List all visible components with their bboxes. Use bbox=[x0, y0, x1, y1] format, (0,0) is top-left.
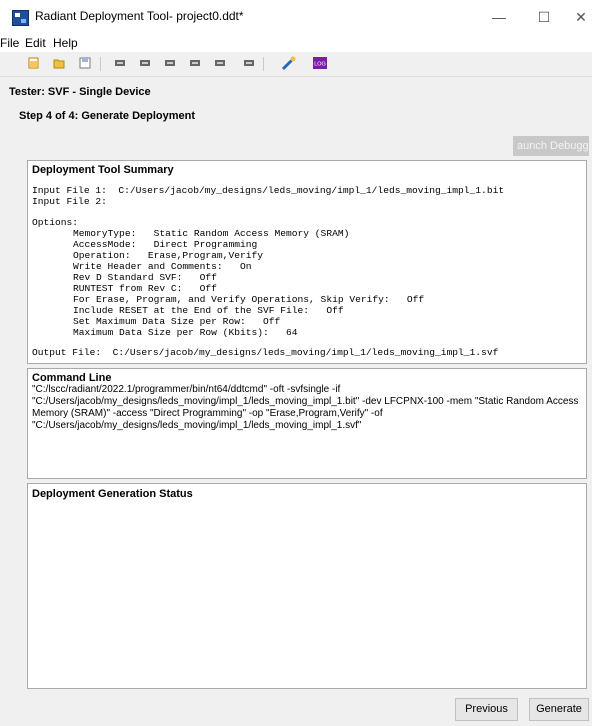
summary-title: Deployment Tool Summary bbox=[32, 164, 174, 176]
output-file: Output File: C:/Users/jacob/my_designs/l… bbox=[32, 347, 499, 358]
new-icon[interactable] bbox=[28, 57, 40, 69]
minimize-button[interactable]: — bbox=[484, 6, 514, 28]
input-file-1: Input File 1: C:/Users/jacob/my_designs/… bbox=[32, 185, 505, 196]
device-icon[interactable] bbox=[243, 57, 255, 69]
open-icon[interactable] bbox=[53, 57, 65, 69]
device-icon[interactable] bbox=[214, 57, 226, 69]
device-icon[interactable] bbox=[164, 57, 176, 69]
option-line: Rev D Standard SVF: Off bbox=[73, 272, 217, 283]
device-icon[interactable] bbox=[114, 57, 126, 69]
options-label: Options: bbox=[32, 217, 79, 228]
toolbar-separator bbox=[263, 57, 264, 71]
menu-file[interactable]: File bbox=[0, 36, 19, 50]
device-icon[interactable] bbox=[139, 57, 151, 69]
menu-help[interactable]: Help bbox=[53, 36, 78, 50]
app-icon bbox=[12, 10, 29, 26]
step-label: Step 4 of 4: Generate Deployment bbox=[19, 110, 196, 122]
status-panel: Deployment Generation Status bbox=[27, 483, 587, 689]
option-line: Write Header and Comments: On bbox=[73, 261, 252, 272]
tester-label: Tester: SVF - Single Device bbox=[9, 86, 151, 98]
maximize-button[interactable]: ☐ bbox=[529, 6, 559, 28]
option-line: Include RESET at the End of the SVF File… bbox=[73, 305, 344, 316]
command-line-text: "C:/lscc/radiant/2022.1/programmer/bin/n… bbox=[32, 384, 579, 431]
status-title: Deployment Generation Status bbox=[32, 488, 193, 500]
command-line-panel: Command Line "C:/lscc/radiant/2022.1/pro… bbox=[27, 368, 587, 479]
option-line: Maximum Data Size per Row (Kbits): 64 bbox=[73, 327, 298, 338]
menu-bar: File Edit Help bbox=[0, 33, 592, 52]
previous-button[interactable]: Previous bbox=[455, 698, 518, 721]
option-line: RUNTEST from Rev C: Off bbox=[73, 283, 217, 294]
option-line: Set Maximum Data Size per Row: Off bbox=[73, 316, 281, 327]
generate-button[interactable]: Generate bbox=[529, 698, 589, 721]
window-title: Radiant Deployment Tool- project0.ddt* bbox=[35, 9, 244, 23]
title-bar: Radiant Deployment Tool- project0.ddt* —… bbox=[0, 0, 592, 33]
command-line-title: Command Line bbox=[32, 372, 112, 384]
launch-debugger-button[interactable]: aunch Debugge bbox=[513, 136, 589, 156]
close-button[interactable]: ✕ bbox=[566, 6, 592, 28]
option-line: For Erase, Program, and Verify Operation… bbox=[73, 294, 425, 305]
device-icon[interactable] bbox=[189, 57, 201, 69]
option-line: Operation: Erase,Program,Verify bbox=[73, 250, 263, 261]
toolbar: LOG bbox=[0, 52, 592, 77]
summary-panel: Deployment Tool Summary Input File 1: C:… bbox=[27, 160, 587, 364]
wizard-icon[interactable] bbox=[281, 55, 297, 71]
option-line: AccessMode: Direct Programming bbox=[73, 239, 258, 250]
input-file-2: Input File 2: bbox=[32, 196, 107, 207]
save-icon[interactable] bbox=[79, 57, 91, 69]
toolbar-separator bbox=[100, 57, 101, 71]
log-icon-label: LOG bbox=[314, 62, 326, 68]
log-icon[interactable]: LOG bbox=[313, 57, 327, 69]
option-line: MemoryType: Static Random Access Memory … bbox=[73, 228, 350, 239]
menu-edit[interactable]: Edit bbox=[25, 36, 46, 50]
